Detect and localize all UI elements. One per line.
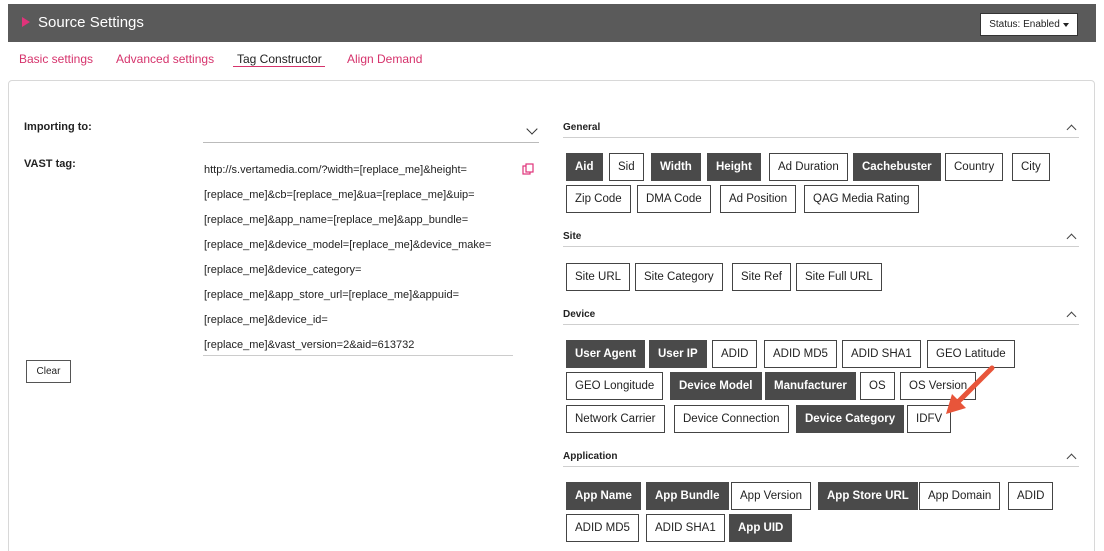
chip-os-version[interactable]: OS Version: [900, 372, 977, 400]
chip-network-carrier[interactable]: Network Carrier: [566, 405, 665, 433]
chip-zip-code[interactable]: Zip Code: [566, 185, 631, 213]
tab-align-demand[interactable]: Align Demand: [347, 52, 422, 66]
section-application-header[interactable]: Application: [563, 451, 1079, 467]
chevron-up-icon[interactable]: [1066, 124, 1077, 135]
chip-site-url[interactable]: Site URL: [566, 263, 631, 291]
tab-advanced-settings[interactable]: Advanced settings: [116, 52, 214, 66]
vast-line: [replace_me]&cb=[replace_me]&ua=[replace…: [204, 189, 475, 201]
vast-line: [replace_me]&device_id=: [204, 314, 328, 326]
chip-qag-media-rating[interactable]: QAG Media Rating: [804, 185, 919, 213]
chip-city[interactable]: City: [1012, 153, 1050, 181]
chip-dma-code[interactable]: DMA Code: [637, 185, 711, 213]
chip-idfv[interactable]: IDFV: [907, 405, 952, 433]
chip-cachebuster[interactable]: Cachebuster: [853, 153, 941, 181]
vast-line: http://s.vertamedia.com/?width=[replace_…: [204, 164, 467, 176]
vast-line: [replace_me]&app_name=[replace_me]&app_b…: [204, 214, 469, 226]
chip-width[interactable]: Width: [651, 153, 701, 181]
chip-os[interactable]: OS: [860, 372, 895, 400]
chip-user-ip[interactable]: User IP: [649, 340, 707, 368]
chip-app-bundle[interactable]: App Bundle: [646, 482, 729, 510]
chip-country[interactable]: Country: [945, 153, 1004, 181]
section-device-header[interactable]: Device: [563, 309, 1079, 325]
chip-adid-md5[interactable]: ADID MD5: [566, 514, 639, 542]
active-tab-underline: [233, 66, 325, 67]
chip-height[interactable]: Height: [707, 153, 761, 181]
chip-device-model[interactable]: Device Model: [670, 372, 762, 400]
chip-user-agent[interactable]: User Agent: [566, 340, 645, 368]
chip-app-store-url[interactable]: App Store URL: [818, 482, 918, 510]
tab-tag-constructor[interactable]: Tag Constructor: [237, 52, 322, 66]
chip-ad-duration[interactable]: Ad Duration: [769, 153, 848, 181]
chip-manufacturer[interactable]: Manufacturer: [765, 372, 856, 400]
section-title: Site: [563, 231, 582, 242]
header-bar: Source Settings Status: Enabled: [8, 4, 1096, 42]
chip-ad-position[interactable]: Ad Position: [720, 185, 797, 213]
collapse-triangle-icon[interactable]: [22, 17, 30, 27]
chip-app-name[interactable]: App Name: [566, 482, 641, 510]
chip-device-connection[interactable]: Device Connection: [674, 405, 789, 433]
caret-down-icon: [1062, 22, 1069, 27]
chip-site-full-url[interactable]: Site Full URL: [796, 263, 882, 291]
chip-device-category[interactable]: Device Category: [796, 405, 905, 433]
vast-line: [replace_me]&vast_version=2&aid=613732: [204, 339, 415, 351]
chip-aid[interactable]: Aid: [566, 153, 603, 181]
vast-tag-label: VAST tag:: [24, 158, 76, 170]
chip-geo-latitude[interactable]: GEO Latitude: [927, 340, 1015, 368]
chip-app-domain[interactable]: App Domain: [919, 482, 1001, 510]
chevron-down-icon: [526, 123, 538, 135]
chip-adid[interactable]: ADID: [712, 340, 758, 368]
chevron-up-icon[interactable]: [1066, 453, 1077, 464]
chevron-up-icon[interactable]: [1066, 233, 1077, 244]
copy-icon[interactable]: [522, 163, 534, 175]
chip-geo-longitude[interactable]: GEO Longitude: [566, 372, 664, 400]
importing-to-label: Importing to:: [24, 121, 92, 133]
status-label: Status: Enabled: [989, 19, 1060, 30]
vast-line: [replace_me]&device_model=[replace_me]&d…: [204, 239, 492, 251]
chip-adid-sha1[interactable]: ADID SHA1: [646, 514, 725, 542]
section-site-header[interactable]: Site: [563, 231, 1079, 247]
chip-app-version[interactable]: App Version: [731, 482, 812, 510]
chip-sid[interactable]: Sid: [609, 153, 644, 181]
chip-site-ref[interactable]: Site Ref: [732, 263, 791, 291]
section-title: Application: [563, 451, 618, 462]
importing-to-select[interactable]: [203, 119, 539, 143]
vast-tag-textarea[interactable]: http://s.vertamedia.com/?width=[replace_…: [203, 156, 513, 356]
chip-adid[interactable]: ADID: [1008, 482, 1054, 510]
vast-line: [replace_me]&app_store_url=[replace_me]&…: [204, 289, 459, 301]
section-title: Device: [563, 309, 596, 320]
page: Source Settings Status: Enabled Basic se…: [0, 0, 1104, 551]
chip-adid-md5[interactable]: ADID MD5: [764, 340, 837, 368]
chip-app-uid[interactable]: App UID: [729, 514, 793, 542]
vast-line: [replace_me]&device_category=: [204, 264, 362, 276]
chip-adid-sha1[interactable]: ADID SHA1: [842, 340, 921, 368]
chevron-up-icon[interactable]: [1066, 311, 1077, 322]
status-dropdown-button[interactable]: Status: Enabled: [980, 13, 1078, 36]
chip-site-category[interactable]: Site Category: [635, 263, 723, 291]
section-title: General: [563, 122, 601, 133]
clear-button[interactable]: Clear: [26, 360, 71, 383]
tab-basic-settings[interactable]: Basic settings: [19, 52, 93, 66]
page-title: Source Settings: [38, 14, 144, 31]
section-general-header[interactable]: General: [563, 122, 1079, 138]
